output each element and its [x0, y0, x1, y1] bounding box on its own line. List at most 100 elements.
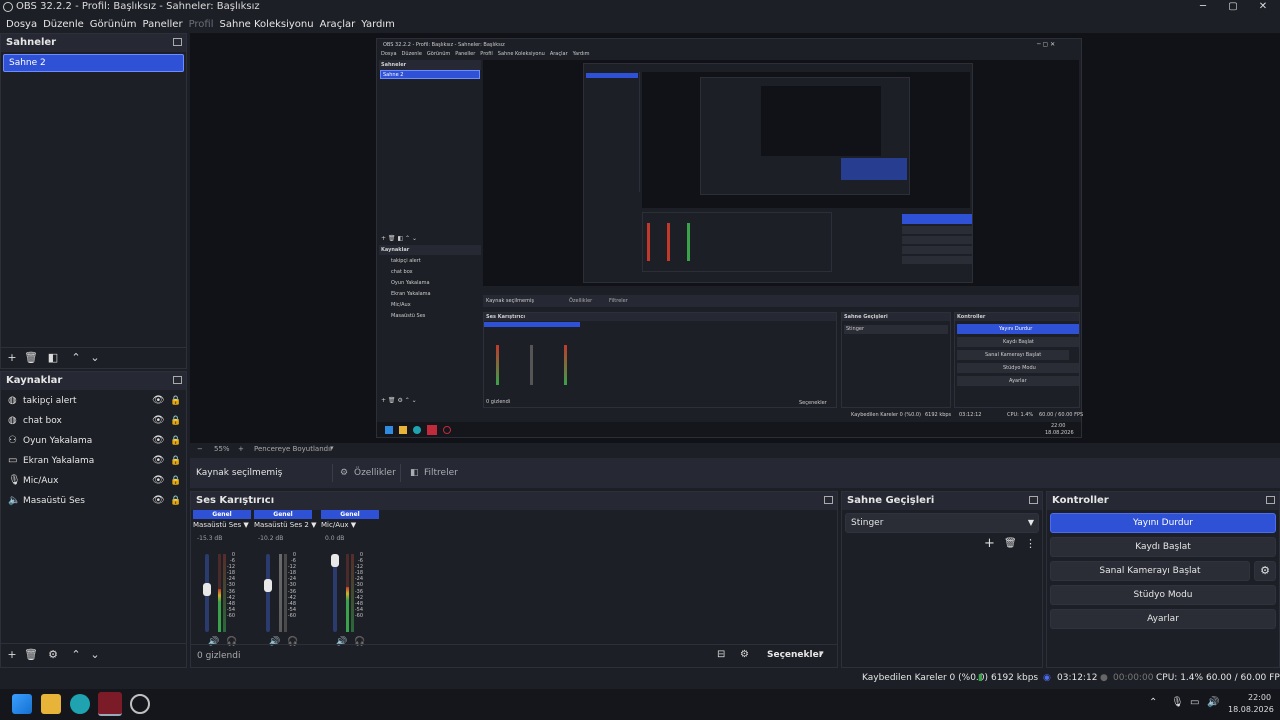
source-item[interactable]: ◍ chat box 👁 🔒 [1, 411, 186, 431]
scene-filters-icon[interactable]: ◧ [47, 352, 59, 364]
scale-mode[interactable]: Pencereye Boyutlandır [254, 445, 333, 453]
source-item[interactable]: ◍ takipçi alert 👁 🔒 [1, 391, 186, 411]
nested-menu-bar: Dosya Düzenle Görünüm Paneller Profil Sahne K… [381, 51, 594, 59]
headphones-icon[interactable]: 🎧 [354, 637, 365, 647]
volume-icon[interactable]: 🔊 [1207, 697, 1219, 708]
menu-file[interactable]: Dosya [6, 19, 37, 30]
transition-select[interactable]: Stinger ▼ [845, 513, 1039, 533]
microphone-icon[interactable]: 🎙 [1171, 697, 1184, 708]
chevron-up-icon[interactable]: ⌃ [1149, 697, 1157, 708]
obs-taskbar-icon[interactable] [98, 692, 122, 716]
add-transition-icon[interactable]: + [984, 536, 995, 551]
settings-button[interactable]: Ayarlar [1050, 609, 1276, 629]
dock-float-icon[interactable] [824, 496, 833, 504]
visibility-eye-icon[interactable]: 👁 [152, 471, 165, 491]
channel-name[interactable]: Masaüstü Ses ▼ [193, 519, 251, 531]
lock-icon[interactable]: 🔒 [170, 471, 181, 491]
source-label: Ekran Yakalama [23, 456, 95, 466]
move-down-icon[interactable]: ⌄ [89, 352, 101, 364]
deepest-capture [700, 77, 910, 195]
headphones-icon[interactable]: 🎧 [287, 637, 298, 647]
windows-start-icon[interactable] [12, 694, 32, 714]
nested-menu-item: Dosya [381, 51, 397, 57]
minimize-button[interactable]: ─ [1192, 0, 1214, 14]
menu-edit[interactable]: Düzenle [43, 19, 84, 30]
edge-browser-icon[interactable] [70, 694, 90, 714]
obs-secondary-icon[interactable] [130, 694, 150, 714]
channel-name[interactable]: Mic/Aux ▼ [321, 519, 379, 531]
close-button[interactable]: ✕ [1252, 0, 1274, 14]
mixer-channel: Genel Mic/Aux ▼ 0.0 dB 0 -6 -12 -18 -24 -30 -36 -4… [321, 510, 379, 648]
scene-item-sahne-2[interactable]: Sahne 2 [3, 54, 184, 72]
dock-float-icon[interactable] [1266, 496, 1275, 504]
headphones-icon[interactable]: 🎧 [226, 637, 237, 647]
dock-float-icon[interactable] [1029, 496, 1038, 504]
virtualcam-settings-button[interactable]: ⚙ [1254, 561, 1276, 581]
menu-docks[interactable]: Paneller [143, 19, 183, 30]
speaker-icon[interactable]: 🔊 [269, 637, 280, 647]
move-up-icon[interactable]: ⌃ [70, 352, 82, 364]
chevron-down-icon[interactable]: ▾ [819, 649, 824, 659]
menu-profile[interactable]: Profil [189, 19, 214, 30]
remove-source-icon[interactable]: 🗑 [24, 649, 38, 661]
source-item[interactable]: 🎙 Mic/Aux 👁 🔒 [1, 471, 186, 491]
volume-slider-knob[interactable] [331, 554, 339, 567]
visibility-eye-icon[interactable]: 👁 [152, 391, 165, 411]
source-item[interactable]: ⚇ Oyun Yakalama 👁 🔒 [1, 431, 186, 451]
source-label: Mic/Aux [23, 476, 59, 486]
filters-button[interactable]: ◧ Filtreler [410, 464, 458, 482]
source-item[interactable]: ▭ Ekran Yakalama 👁 🔒 [1, 451, 186, 471]
divider [400, 464, 401, 482]
nested-menu-item: Paneller [455, 51, 476, 57]
visibility-eye-icon[interactable]: 👁 [152, 491, 165, 511]
menu-view[interactable]: Görünüm [90, 19, 137, 30]
menu-help[interactable]: Yardım [361, 19, 395, 30]
speaker-icon[interactable]: 🔊 [208, 637, 219, 647]
volume-slider-knob[interactable] [203, 583, 211, 597]
move-up-icon[interactable]: ⌃ [70, 649, 82, 661]
nested-menu-item: Sahne Koleksiyonu [497, 51, 545, 57]
visibility-eye-icon[interactable]: 👁 [152, 431, 165, 451]
volume-slider-knob[interactable] [264, 578, 272, 592]
volume-slider[interactable] [266, 554, 270, 632]
record-icon: ● [1100, 673, 1108, 683]
menu-tools[interactable]: Araçlar [320, 19, 356, 30]
nested-mixer-tags [484, 322, 580, 327]
lock-icon[interactable]: 🔒 [170, 491, 181, 511]
start-virtualcam-button[interactable]: Sanal Kamerayı Başlat [1050, 561, 1250, 581]
properties-button[interactable]: ⚙ Özellikler [340, 464, 396, 482]
menu-bar: Dosya Düzenle Görünüm Paneller Profil Sa… [0, 15, 1280, 33]
stream-icon: ◉ [1043, 673, 1051, 683]
move-down-icon[interactable]: ⌄ [89, 649, 101, 661]
channel-name[interactable]: Masaüstü Ses 2 ▼ [254, 519, 316, 531]
add-scene-icon[interactable]: + [6, 352, 18, 364]
more-options-icon[interactable]: ⋮ [1025, 537, 1036, 550]
network-icon[interactable]: ▭ [1190, 697, 1199, 708]
lock-icon[interactable]: 🔒 [170, 451, 181, 471]
layout-icon[interactable]: ⊟ [717, 649, 725, 660]
visibility-eye-icon[interactable]: 👁 [152, 411, 165, 431]
stop-stream-button[interactable]: Yayını Durdur [1050, 513, 1276, 533]
lock-icon[interactable]: 🔒 [170, 431, 181, 451]
file-explorer-icon[interactable] [41, 694, 61, 714]
advanced-audio-icon[interactable]: ⚙ [740, 649, 749, 660]
add-source-icon[interactable]: + [6, 649, 18, 661]
zoom-in-icon[interactable]: + [238, 445, 244, 453]
dock-float-icon[interactable] [173, 376, 182, 384]
source-item[interactable]: 🔈 Masaüstü Ses 👁 🔒 [1, 491, 186, 511]
source-settings-icon[interactable]: ⚙ [47, 649, 59, 661]
start-record-button[interactable]: Kaydı Başlat [1050, 537, 1276, 557]
lock-icon[interactable]: 🔒 [170, 411, 181, 431]
speaker-icon[interactable]: 🔊 [336, 637, 347, 647]
visibility-eye-icon[interactable]: 👁 [152, 451, 165, 471]
lock-icon[interactable]: 🔒 [170, 391, 181, 411]
maximize-button[interactable]: ▢ [1222, 0, 1244, 14]
dock-float-icon[interactable] [173, 38, 182, 46]
chevron-down-icon[interactable]: ▾ [330, 444, 334, 452]
options-button[interactable]: Seçenekler [767, 650, 823, 660]
remove-scene-icon[interactable]: 🗑 [24, 352, 38, 364]
studio-mode-button[interactable]: Stüdyo Modu [1050, 585, 1276, 605]
menu-scene-collection[interactable]: Sahne Koleksiyonu [220, 19, 314, 30]
zoom-out-icon[interactable]: − [197, 445, 203, 453]
remove-transition-icon[interactable]: 🗑 [1004, 538, 1017, 549]
